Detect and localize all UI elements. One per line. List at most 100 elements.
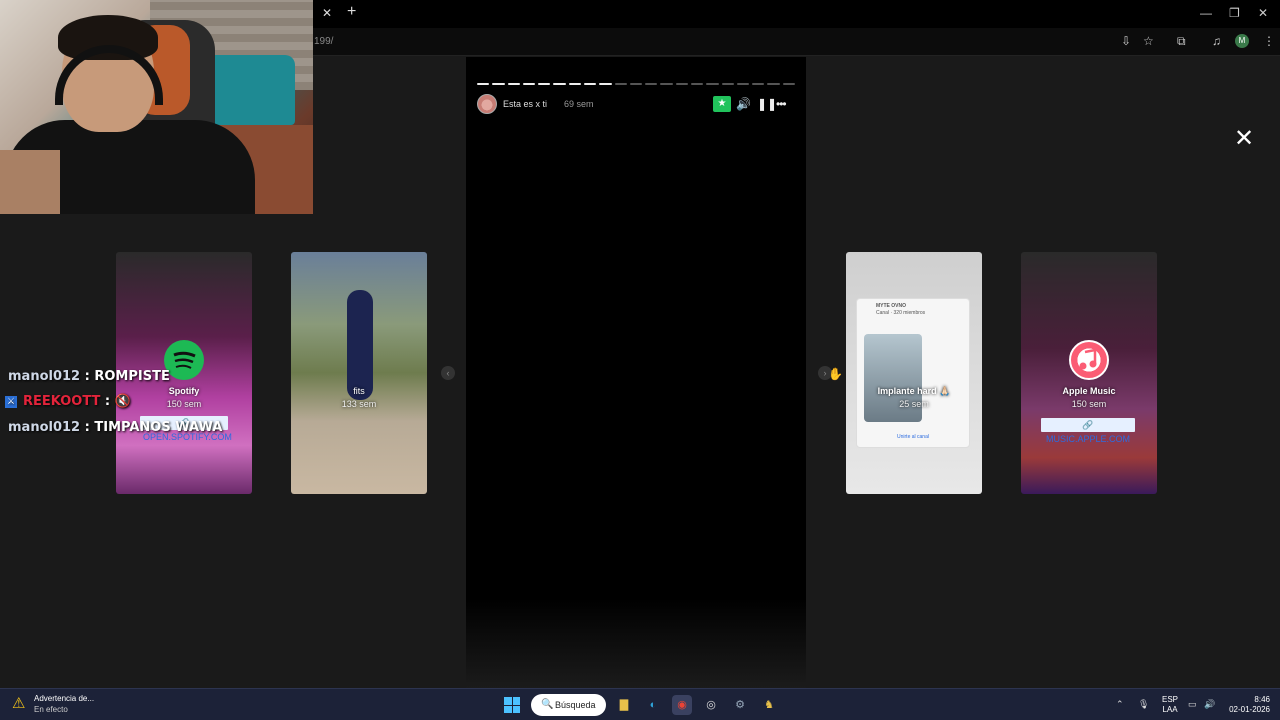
story-progress-segment: [583, 83, 597, 85]
more-options-icon[interactable]: •••: [776, 96, 787, 112]
story-progress-segment: [675, 83, 688, 85]
clock-time: 8:46: [1254, 695, 1270, 704]
story-progress-segment: [690, 83, 704, 85]
microphone-icon[interactable]: 🎙: [1138, 699, 1149, 710]
story-progress-segment: [538, 83, 551, 85]
windows-start-icon[interactable]: [504, 697, 520, 713]
warning-title[interactable]: Advertencia de...: [34, 694, 94, 703]
card-title: Spotify: [168, 386, 200, 396]
story-progress-segment: [706, 83, 719, 85]
story-card-apple-music[interactable]: Apple Music 150 sem 🔗 MUSIC.APPLE.COM: [1021, 252, 1157, 494]
volume-icon[interactable]: 🔊: [736, 96, 751, 112]
story-progress-segment: [767, 83, 780, 85]
story-time: 69 sem: [564, 99, 594, 109]
story-progress-segment: [752, 83, 765, 85]
story-username[interactable]: Esta es x ti: [503, 99, 547, 109]
story-progress-segment: [660, 83, 673, 85]
viewer-fade: [466, 598, 806, 688]
warning-icon[interactable]: ⚠: [12, 696, 30, 712]
join-channel-link: Unirte al canal: [897, 434, 929, 440]
chat-username: manol012: [8, 420, 81, 435]
card-title: fits: [353, 386, 365, 396]
taskbar-search[interactable]: 🔍 Búsqueda: [531, 694, 606, 716]
clock-date: 02-01-2026: [1229, 705, 1270, 714]
story-progress-segment: [629, 83, 643, 85]
story-progress-segment: [614, 83, 627, 85]
new-tab-button[interactable]: +: [347, 3, 356, 21]
settings-icon[interactable]: ⚙: [730, 695, 750, 715]
star-icon[interactable]: ☆: [1143, 34, 1154, 48]
chat-message: 🔇: [114, 394, 131, 409]
story-progress-segment: [736, 83, 750, 85]
story-progress-segment: [492, 83, 505, 85]
close-friends-star-icon: ★: [713, 96, 731, 112]
apple-music-icon: [1069, 340, 1109, 380]
story-progress-segment: [782, 83, 795, 85]
minimize-button[interactable]: —: [1200, 6, 1212, 20]
chat-message: TIMPANOS WAWA: [94, 420, 223, 435]
file-explorer-icon[interactable]: ▇: [614, 695, 634, 715]
story-progress-segment: [645, 83, 658, 85]
system-clock[interactable]: 8:46 02-01-2026: [1226, 695, 1270, 715]
card-photo-person: [347, 290, 373, 400]
obs-icon[interactable]: ◎: [701, 695, 721, 715]
card-title: Apple Music: [1062, 386, 1116, 396]
story-card-fits[interactable]: fits 133 sem: [291, 252, 427, 494]
card-title: Implante hard 🙏🏻: [877, 386, 951, 396]
windows-taskbar: ⚠ Advertencia de... En efecto 🔍 Búsqueda …: [0, 688, 1280, 720]
link-sticker[interactable]: 🔗 MUSIC.APPLE.COM: [1041, 418, 1135, 444]
show-hidden-icons-icon[interactable]: ⌃: [1116, 699, 1124, 710]
install-icon[interactable]: ⇩: [1121, 34, 1131, 48]
extensions-icon[interactable]: ⧉: [1177, 34, 1186, 49]
chat-line: manol012 : ROMPISTE: [8, 369, 170, 384]
close-viewer-icon[interactable]: ✕: [1234, 127, 1254, 151]
story-progress-segment: [553, 83, 566, 85]
channel-subtitle: Canal · 320 miembros: [876, 310, 926, 316]
mouse-cursor-icon: ✋: [828, 367, 843, 381]
card-time: 25 sem: [899, 399, 929, 409]
media-icon[interactable]: ♫: [1212, 34, 1221, 48]
card-time: 150 sem: [1071, 399, 1107, 409]
profile-avatar[interactable]: M: [1235, 34, 1249, 48]
window-close-button[interactable]: ✕: [1258, 6, 1268, 20]
story-progress-segment: [507, 83, 520, 85]
story-progress-segment: [477, 83, 490, 85]
chat-username: REEKOOTT: [23, 394, 101, 409]
tab-close-icon[interactable]: ✕: [322, 6, 332, 20]
story-progress-bar: [477, 83, 795, 85]
search-icon: 🔍: [541, 699, 554, 710]
story-avatar[interactable]: [477, 94, 497, 114]
language-layout: LAA: [1162, 705, 1178, 714]
chat-line: manol012 : TIMPANOS WAWA: [8, 420, 223, 435]
story-viewer[interactable]: Esta es x ti 69 sem ★ 🔊 ❚❚ •••: [466, 57, 806, 688]
search-label: Búsqueda: [555, 700, 596, 710]
restore-button[interactable]: ❐: [1229, 6, 1240, 20]
moderator-badge-icon: ⚔: [5, 395, 17, 408]
story-progress-segment: [522, 83, 536, 85]
url-text[interactable]: 199/: [314, 36, 333, 47]
story-card-implante-hard[interactable]: MYTE OVNO Canal · 320 miembros Implante …: [846, 252, 982, 494]
speaker-icon[interactable]: 🔊: [1204, 699, 1215, 710]
kebab-menu-icon[interactable]: ⋮: [1263, 34, 1275, 48]
card-time: 133 sem: [341, 399, 377, 409]
chat-message: ROMPISTE: [94, 369, 170, 384]
network-icon[interactable]: ▭: [1188, 699, 1197, 710]
spotify-icon: [164, 340, 204, 380]
chat-line: ⚔ REEKOOTT : 🔇: [5, 394, 131, 409]
pause-icon[interactable]: ❚❚: [757, 96, 777, 112]
language-indicator[interactable]: ESP LAA: [1162, 695, 1178, 715]
story-progress-segment: [721, 83, 734, 85]
story-header: Esta es x ti 69 sem ★ 🔊 ❚❚ •••: [477, 94, 795, 116]
chat-username: manol012: [8, 369, 81, 384]
webcam-overlay: [0, 0, 313, 214]
card-time: 150 sem: [166, 399, 202, 409]
app-icon[interactable]: ♞: [759, 695, 779, 715]
story-progress-segment: [599, 83, 612, 85]
webcam-person-arm: [0, 150, 60, 214]
edge-icon[interactable]: ◐: [643, 695, 663, 715]
channel-name: MYTE OVNO: [876, 303, 907, 309]
story-progress-segment: [568, 83, 581, 85]
previous-story-button[interactable]: ‹: [441, 366, 455, 380]
link-sticker-text: MUSIC.APPLE.COM: [1045, 434, 1130, 444]
chrome-icon[interactable]: ◉: [672, 695, 692, 715]
